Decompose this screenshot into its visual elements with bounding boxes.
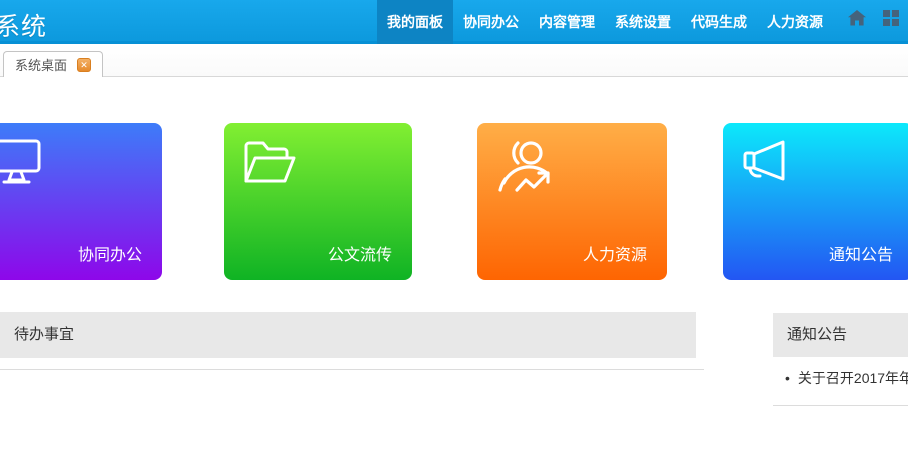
app-logo-title: 系统 (0, 7, 47, 43)
header-icon-group (848, 0, 899, 41)
nav-item-hr[interactable]: 人力资源 (757, 0, 833, 44)
nav-item-my-dashboard[interactable]: 我的面板 (377, 0, 453, 44)
nav-item-collaboration[interactable]: 协同办公 (453, 0, 529, 44)
tile-document-flow[interactable]: 公文流传 (224, 123, 412, 280)
nav-item-system-settings[interactable]: 系统设置 (605, 0, 681, 44)
nav-item-code-gen[interactable]: 代码生成 (681, 0, 757, 44)
open-folder-icon (242, 139, 298, 185)
grid-icon[interactable] (883, 10, 899, 31)
main-nav: 我的面板 协同办公 内容管理 系统设置 代码生成 人力资源 (377, 0, 833, 44)
tile-label: 协同办公 (78, 241, 142, 265)
todo-panel-divider (0, 369, 704, 370)
tile-label: 公文流传 (328, 241, 392, 265)
bullet-icon: • (785, 370, 790, 386)
person-trend-icon (495, 139, 553, 193)
notice-item-text: 关于召开2017年年 (798, 368, 908, 388)
tile-collaboration[interactable]: 协同办公 (0, 123, 162, 280)
megaphone-icon (741, 139, 793, 185)
tile-notices[interactable]: 通知公告 (723, 123, 908, 280)
notice-list-item[interactable]: • 关于召开2017年年 (773, 363, 908, 393)
nav-item-content-mgmt[interactable]: 内容管理 (529, 0, 605, 44)
monitor-icon (0, 139, 44, 187)
tile-label: 人力资源 (583, 241, 647, 265)
todo-panel-header: 待办事宜 (0, 312, 696, 358)
tile-human-resources[interactable]: 人力资源 (477, 123, 667, 280)
tab-label: 系统桌面 (15, 55, 67, 74)
home-icon[interactable] (848, 10, 866, 31)
tab-close-icon[interactable]: ✕ (77, 58, 91, 72)
top-header-bar: 系统 我的面板 协同办公 内容管理 系统设置 代码生成 人力资源 (0, 0, 908, 44)
notice-panel-divider (773, 405, 908, 406)
tile-label: 通知公告 (829, 241, 893, 265)
tab-bar: 系统桌面 ✕ (0, 44, 908, 77)
notice-panel-header: 通知公告 (773, 313, 908, 357)
tab-system-desktop[interactable]: 系统桌面 ✕ (3, 51, 103, 77)
dashboard-page: 系统 我的面板 协同办公 内容管理 系统设置 代码生成 人力资源 (0, 0, 908, 454)
